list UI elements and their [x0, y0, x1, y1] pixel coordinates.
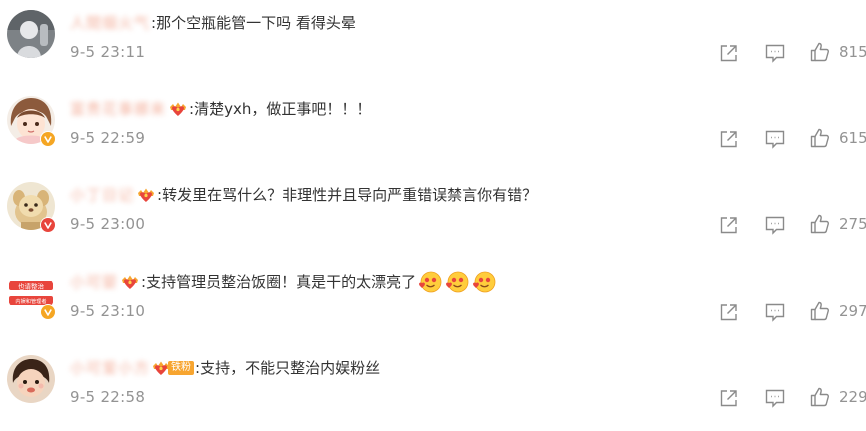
like-count: 815 — [839, 43, 866, 61]
fan-crown-icon — [120, 274, 140, 290]
username[interactable]: 富贵花事娜来 — [70, 98, 166, 120]
iron-fan-badge: 铁粉 — [151, 360, 195, 376]
timestamp: 9-5 23:11 — [70, 43, 146, 61]
share-icon[interactable] — [718, 128, 740, 150]
share-icon[interactable] — [718, 214, 740, 236]
heart-eyes-emoji-icon — [471, 270, 497, 294]
like-count: 615 — [839, 129, 866, 147]
like-count: 275 — [839, 215, 866, 233]
comment-icon[interactable] — [764, 301, 786, 323]
timestamp: 9-5 22:59 — [70, 129, 146, 147]
like-icon[interactable] — [809, 300, 831, 322]
comment-item: 富贵花事娜来 :清楚yxh，做正事吧！！！ 9-5 22:59 615 — [0, 86, 866, 172]
comment-icon[interactable] — [764, 128, 786, 150]
comment-icon[interactable] — [764, 387, 786, 409]
comment-text: :支持，不能只整治内娱粉丝 — [195, 359, 381, 377]
like-count: 229 — [839, 388, 866, 406]
share-icon[interactable] — [718, 387, 740, 409]
like-icon[interactable] — [809, 127, 831, 149]
like-count: 297 — [839, 302, 866, 320]
verified-v-icon — [40, 304, 56, 320]
iron-fan-label: 铁粉 — [168, 361, 195, 375]
username[interactable]: 小可婴 — [70, 271, 118, 293]
comment-item: 小可爱小方 铁粉 :支持，不能只整治内娱粉丝 9-5 22:58 229 — [0, 345, 866, 431]
username[interactable]: 小可爱小方 — [70, 357, 150, 379]
comment-line: 小丁日记 :转发里在骂什么？非理性并且导向严重错误禁言你有错？ — [70, 184, 537, 206]
grey-figure-avatar-icon — [7, 10, 55, 58]
comment-item: 小丁日记 :转发里在骂什么？非理性并且导向严重错误禁言你有错？ 9-5 23:0… — [0, 172, 866, 258]
comment-icon[interactable] — [764, 214, 786, 236]
username[interactable]: 小丁日记 — [70, 184, 134, 206]
comment-text: :那个空瓶能管一下吗 看得头晕 — [151, 14, 356, 32]
comment-text: :支持管理员整治饭圈！真是干的太漂亮了 — [141, 273, 417, 291]
fan-crown-icon — [136, 187, 156, 203]
comment-item: 也请整治 内娱和管理者 小可婴 :支持管理员整治饭圈！真是干的太漂亮了 9-5 … — [0, 259, 866, 345]
comment-icon[interactable] — [764, 42, 786, 64]
timestamp: 9-5 23:10 — [70, 302, 146, 320]
comment-line: 小可婴 :支持管理员整治饭圈！真是干的太漂亮了 — [70, 271, 497, 293]
heart-eyes-emoji-icon — [444, 270, 470, 294]
verified-v-icon — [40, 217, 56, 233]
timestamp: 9-5 22:58 — [70, 388, 146, 406]
like-icon[interactable] — [809, 213, 831, 235]
avatar[interactable] — [7, 10, 55, 58]
child-photo-avatar-icon — [7, 355, 55, 403]
comment-text: :转发里在骂什么？非理性并且导向严重错误禁言你有错？ — [157, 186, 538, 204]
fan-crown-icon — [168, 101, 188, 117]
comment-text: :清楚yxh，做正事吧！！！ — [189, 100, 372, 118]
username[interactable]: 人間烟火气 — [70, 12, 150, 34]
comment-line: 人間烟火气 :那个空瓶能管一下吗 看得头晕 — [70, 12, 356, 34]
timestamp: 9-5 23:00 — [70, 215, 146, 233]
share-icon[interactable] — [718, 42, 740, 64]
comment-line: 富贵花事娜来 :清楚yxh，做正事吧！！！ — [70, 98, 371, 120]
comment-item: 人間烟火气 :那个空瓶能管一下吗 看得头晕 9-5 23:11 815 — [0, 0, 866, 86]
avatar-text-top: 也请整治 — [18, 282, 45, 291]
like-icon[interactable] — [809, 386, 831, 408]
comment-list: 人間烟火气 :那个空瓶能管一下吗 看得头晕 9-5 23:11 815 富贵花事… — [0, 0, 866, 427]
heart-eyes-emoji-icon — [417, 270, 443, 294]
comment-line: 小可爱小方 铁粉 :支持，不能只整治内娱粉丝 — [70, 357, 380, 379]
share-icon[interactable] — [718, 301, 740, 323]
like-icon[interactable] — [809, 41, 831, 63]
avatar-text-bottom: 内娱和管理者 — [15, 297, 46, 305]
avatar[interactable] — [7, 355, 55, 403]
verified-v-icon — [40, 131, 56, 147]
